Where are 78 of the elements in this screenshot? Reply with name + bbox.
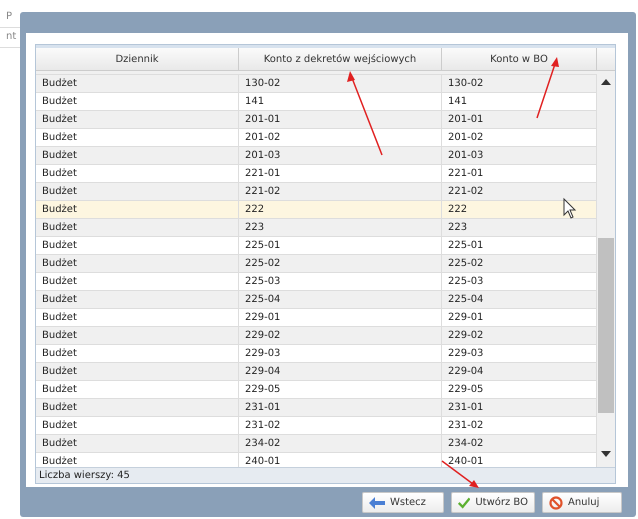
table-cell: 141	[239, 93, 442, 110]
table-cell: 221-01	[239, 165, 442, 182]
table-cell: 229-02	[239, 327, 442, 344]
table-row[interactable]: Budżet 231-02 231-02	[36, 417, 597, 435]
table-cell: Budżet	[36, 417, 239, 434]
table-row[interactable]: Budżet 229-04 229-04	[36, 363, 597, 381]
table-cell: 231-02	[239, 417, 442, 434]
table-cell: Budżet	[36, 309, 239, 326]
cancel-button[interactable]: Anuluj	[542, 492, 622, 513]
table-row[interactable]: Budżet 231-01 231-01	[36, 399, 597, 417]
table-cell: Budżet	[36, 345, 239, 362]
table-row[interactable]: Budżet 201-03 201-03	[36, 147, 597, 165]
mouse-cursor-icon	[564, 198, 576, 219]
row-count-text: Liczba wierszy: 45	[39, 470, 130, 481]
table-cell: Budżet	[36, 219, 239, 236]
table-row[interactable]: Budżet 225-01 225-01	[36, 237, 597, 255]
table-cell: Budżet	[36, 399, 239, 416]
table-cell: Budżet	[36, 75, 239, 92]
table-cell: 229-05	[239, 381, 442, 398]
column-header[interactable]: Dziennik	[36, 48, 239, 70]
table-cell: 222	[239, 201, 442, 218]
table-row[interactable]: Budżet 130-02 130-02	[36, 75, 597, 93]
column-header[interactable]: Konto z dekretów wejściowych	[239, 48, 442, 70]
table-cell: 231-01	[239, 399, 442, 416]
back-button[interactable]: Wstecz	[362, 492, 444, 513]
table-cell: 229-03	[239, 345, 442, 362]
background-text: P	[6, 11, 12, 22]
table-cell: Budżet	[36, 183, 239, 200]
table-cell: Budżet	[36, 201, 239, 218]
table-cell: 225-04	[239, 291, 442, 308]
table-cell: 234-02	[239, 435, 442, 452]
table-cell: Budżet	[36, 165, 239, 182]
table-row[interactable]: Budżet 141 141	[36, 93, 597, 111]
table-cell: 225-01	[239, 237, 442, 254]
left-arrow-icon	[369, 496, 385, 508]
table-cell: Budżet	[36, 111, 239, 128]
prohibited-icon	[549, 496, 563, 510]
table-row[interactable]: Budżet 229-05 229-05	[36, 381, 597, 399]
table-cell: Budżet	[36, 363, 239, 380]
scrollbar[interactable]	[597, 71, 615, 467]
table-cell: Budżet	[36, 435, 239, 452]
table-cell: Budżet	[36, 381, 239, 398]
table-cell: Budżet	[36, 129, 239, 146]
scroll-down-icon[interactable]	[601, 451, 611, 457]
table-row[interactable]: Budżet 201-01 201-01	[36, 111, 597, 129]
table-row[interactable]: Budżet 221-02 221-02	[36, 183, 597, 201]
table-row[interactable]: Budżet 225-03 225-03	[36, 273, 597, 291]
table-row[interactable]: Budżet 225-04 225-04	[36, 291, 597, 309]
table-cell: 229-01	[239, 309, 442, 326]
table-cell: 201-01	[239, 111, 442, 128]
create-button[interactable]: Utwórz BO	[451, 492, 535, 513]
table-row[interactable]: Budżet 234-02 234-02	[36, 435, 597, 453]
table-cell: 225-03	[239, 273, 442, 290]
table-row[interactable]: Budżet 229-03 229-03	[36, 345, 597, 363]
scrollbar-thumb[interactable]	[598, 238, 614, 413]
table-cell: Budżet	[36, 93, 239, 110]
table-cell: Budżet	[36, 291, 239, 308]
scroll-up-icon[interactable]	[601, 79, 611, 85]
table-cell: Budżet	[36, 147, 239, 164]
checkmark-icon	[458, 496, 470, 510]
table-cell: 229-04	[239, 363, 442, 380]
table-cell: 201-03	[239, 147, 442, 164]
table-row[interactable]: Budżet 221-01 221-01	[36, 165, 597, 183]
table-cell: 223	[239, 219, 442, 236]
table-cell: Budżet	[36, 327, 239, 344]
table-row[interactable]: Budżet 229-02 229-02	[36, 327, 597, 345]
table-row[interactable]: Budżet 222 222	[36, 201, 597, 219]
table-cell: 201-02	[239, 129, 442, 146]
background-text: nt	[6, 31, 16, 42]
table-row[interactable]: Budżet 225-02 225-02	[36, 255, 597, 273]
table-cell: Budżet	[36, 273, 239, 290]
table-row[interactable]: Budżet 223 223	[36, 219, 597, 237]
table-cell: Budżet	[36, 255, 239, 272]
table-cell: 225-02	[239, 255, 442, 272]
table-row[interactable]: Budżet 201-02 201-02	[36, 129, 597, 147]
table-cell: Budżet	[36, 237, 239, 254]
table-row[interactable]: Budżet 229-01 229-01	[36, 309, 597, 327]
table-cell: 221-02	[239, 183, 442, 200]
